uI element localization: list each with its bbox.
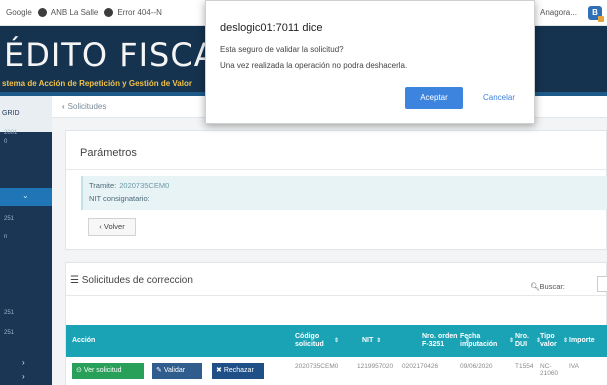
- parametros-title: Parámetros: [80, 147, 137, 159]
- tramite-info-box: Tramite: 2020735CEM0 NIT consignatario:: [81, 176, 607, 210]
- column-header-accion[interactable]: Acción: [72, 325, 132, 357]
- globe-icon: [37, 8, 47, 17]
- breadcrumb[interactable]: ‹ Solicitudes: [62, 102, 106, 111]
- rechazar-button[interactable]: ✖ Rechazar: [212, 363, 264, 379]
- column-header-tipo[interactable]: Tipo valor ⇕: [540, 325, 570, 357]
- dialog-message-1: Esta seguro de validar la solicitud?: [220, 45, 344, 54]
- bookmark-error404-label: Error 404--N: [117, 8, 162, 17]
- search-input[interactable]: [597, 276, 607, 292]
- confirm-dialog: deslogic01:7011 dice Esta seguro de vali…: [205, 0, 535, 124]
- cell-orden: 0202170426: [402, 363, 439, 370]
- dialog-title: deslogic01:7011 dice: [220, 22, 323, 34]
- sort-icon: ⇕: [509, 337, 515, 344]
- nit-consignatario-label: NIT consignatario:: [89, 194, 150, 203]
- tramite-line: Tramite: 2020735CEM0: [89, 181, 169, 190]
- bookmark-anb[interactable]: ANB La Salle: [37, 8, 99, 17]
- sidebar-label: n: [4, 234, 8, 240]
- column-header-label: Nro. orden F-3251: [422, 332, 458, 348]
- edit-check-icon: ✎: [156, 367, 164, 374]
- chevron-right-icon[interactable]: ›: [22, 372, 25, 381]
- sidebar-label: 0: [4, 139, 8, 145]
- chevron-left-icon: ‹: [62, 102, 65, 111]
- sidebar-label: 251: [4, 216, 15, 222]
- panel-divider: [66, 295, 607, 296]
- extension-icon[interactable]: B: [588, 6, 604, 22]
- solicitudes-title-row: ☰ Solicitudes de correccion: [70, 275, 193, 286]
- close-icon: ✖: [216, 367, 224, 374]
- column-header-label: Fecha imputación: [460, 332, 498, 348]
- volver-label: Volver: [103, 222, 125, 231]
- bookmark-anb-label: ANB La Salle: [50, 8, 99, 17]
- column-header-label: Nro. DUI: [515, 332, 529, 348]
- table-header: Acción Código solicitud ⇕ NIT ⇕ Nro. orden…: [66, 325, 607, 357]
- tramite-value: 2020735CEM0: [119, 181, 170, 190]
- sidebar-label: 251: [4, 310, 15, 316]
- rechazar-label: Rechazar: [223, 367, 254, 374]
- sort-icon: ⇕: [376, 337, 382, 344]
- column-header-nit[interactable]: NIT ⇕: [362, 325, 412, 357]
- accept-button[interactable]: Aceptar: [405, 87, 463, 109]
- dialog-message-2: Una vez realizada la operación no podra …: [220, 61, 408, 70]
- bookmark-google-label: Google: [6, 8, 32, 17]
- list-icon: ☰: [70, 275, 82, 286]
- tramite-label: Tramite:: [89, 181, 117, 190]
- search-icon: 🔍︎: [530, 282, 540, 291]
- ver-solicitud-button[interactable]: ⊙ Ver solicitud: [72, 363, 144, 379]
- ver-solicitud-label: Ver solicitud: [83, 367, 122, 374]
- bookmark-anagora[interactable]: Anagora...: [540, 8, 577, 17]
- sidebar-header-label: GRID: [2, 110, 20, 117]
- validar-button[interactable]: ✎ Validar: [152, 363, 202, 379]
- chevron-down-icon: ⌄: [22, 191, 29, 200]
- chevron-right-icon[interactable]: ›: [22, 358, 25, 367]
- search-label-text: Buscar:: [539, 282, 565, 291]
- nit-line: NIT consignatario:: [89, 194, 153, 203]
- panel-divider: [66, 169, 607, 170]
- column-header-label: NIT: [362, 336, 374, 344]
- sidebar-header[interactable]: GRID: [0, 96, 52, 132]
- cell-codigo: 2020735CEM0: [295, 363, 339, 370]
- bookmark-error404[interactable]: Error 404--N: [104, 8, 162, 17]
- cell-fecha: 09/06/2020: [460, 363, 493, 370]
- validar-label: Validar: [163, 367, 186, 374]
- bookmark-google[interactable]: Google: [6, 8, 32, 17]
- sidebar-label: 251: [4, 330, 15, 336]
- column-header-label: Acción: [72, 336, 96, 344]
- column-header-importe[interactable]: Importe: [569, 325, 607, 357]
- solicitudes-title: Solicitudes de correccion: [81, 275, 193, 286]
- column-header-label: Tipo valor: [540, 332, 557, 348]
- sort-icon: ⇕: [563, 337, 569, 344]
- cancel-button[interactable]: Cancelar: [470, 87, 528, 109]
- column-header-codigo[interactable]: Código solicitud ⇕: [295, 325, 355, 357]
- globe-icon: [104, 8, 114, 17]
- breadcrumb-label: Solicitudes: [67, 102, 107, 111]
- sort-icon: ⇕: [334, 337, 340, 344]
- eye-icon: ⊙: [76, 367, 84, 374]
- banner-subtitle: stema de Acción de Repetición y Gestión …: [2, 79, 192, 88]
- cell-dui: T1554: [515, 363, 534, 370]
- column-header-label: Importe: [569, 336, 595, 344]
- sidebar-label: 2001: [4, 130, 18, 136]
- volver-button[interactable]: ‹ Volver: [88, 218, 136, 236]
- search-label: 🔍︎Buscar:: [530, 282, 565, 291]
- cell-nit: 1219957020: [357, 363, 394, 370]
- column-header-fecha[interactable]: Fecha imputación ⇕: [460, 325, 518, 357]
- sidebar-item-active[interactable]: ⌄: [0, 188, 52, 206]
- table-row: ⊙ Ver solicitud ✎ Validar ✖ Rechazar 202…: [66, 357, 607, 385]
- cell-importe: IVA: [569, 363, 579, 370]
- cell-tipo: NC-21060: [540, 363, 559, 378]
- column-header-label: Código solicitud: [295, 332, 324, 348]
- sidebar: GRID 2001 0 ⌄ 251 n 251 251 › ›: [0, 96, 52, 385]
